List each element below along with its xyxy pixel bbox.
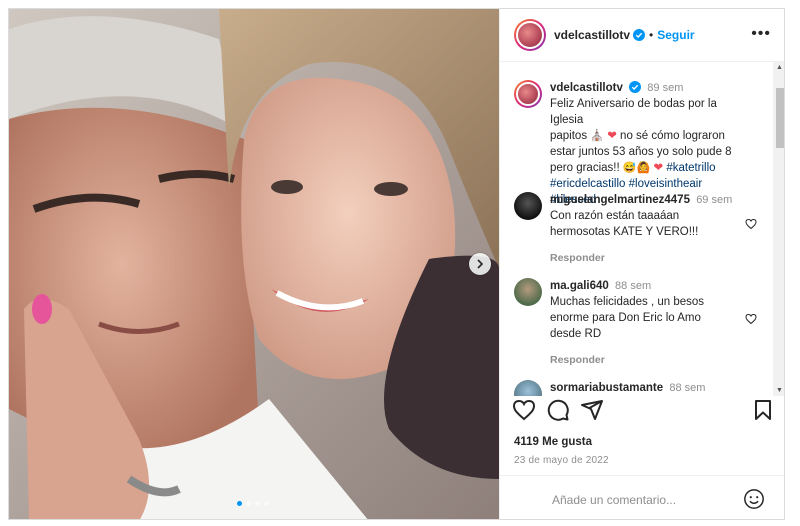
caption: vdelcastillotv 89 sem Feliz Aniversario … bbox=[514, 80, 745, 208]
comment-text: hermosotas KATE Y VERO!!! bbox=[550, 226, 699, 238]
emoji-icon[interactable] bbox=[743, 488, 765, 510]
comment-username[interactable]: ma.gali640 bbox=[550, 280, 609, 292]
reply-button[interactable]: Responder bbox=[550, 250, 745, 266]
comment-body: sormariabustamante 88 sem bbox=[550, 380, 745, 396]
share-icon[interactable] bbox=[580, 398, 604, 422]
person-emoji-icon: 🙆 bbox=[636, 162, 651, 174]
comment-text: Muchas felicidades , un besos bbox=[550, 296, 705, 308]
heart-icon[interactable] bbox=[745, 218, 757, 230]
next-photo-button[interactable] bbox=[469, 253, 491, 275]
comment-icon[interactable] bbox=[546, 398, 570, 422]
church-emoji-icon: ⛪ bbox=[590, 130, 604, 142]
post-sidebar: vdelcastillotv • Seguir ••• vdelcastillo… bbox=[499, 9, 784, 519]
scrollbar-thumb[interactable] bbox=[776, 88, 784, 148]
likes-count[interactable]: 4119 Me gusta bbox=[514, 436, 592, 448]
comment-body: ma.gali640 88 sem Muchas felicidades , u… bbox=[550, 278, 745, 368]
hashtag[interactable]: #katetrillo bbox=[666, 162, 715, 174]
post-image bbox=[9, 9, 499, 519]
verified-icon bbox=[633, 29, 646, 41]
post-photo bbox=[9, 9, 499, 519]
carousel-indicator bbox=[237, 501, 269, 506]
hashtag[interactable]: #ericdelcastillo bbox=[550, 178, 625, 190]
avatar[interactable] bbox=[514, 80, 542, 108]
caption-line: papitos bbox=[550, 130, 588, 142]
post-date: 23 de mayo de 2022 bbox=[514, 455, 609, 466]
chevron-right-icon bbox=[477, 259, 484, 269]
avatar[interactable] bbox=[514, 380, 542, 396]
comment-text: Con razón están taaaáan bbox=[550, 210, 680, 222]
comments-list: vdelcastillotv 89 sem Feliz Aniversario … bbox=[500, 62, 771, 396]
bookmark-icon[interactable] bbox=[751, 398, 775, 422]
verified-icon bbox=[629, 81, 642, 93]
comment-time: 69 sem bbox=[696, 194, 733, 206]
comment-input[interactable] bbox=[550, 476, 734, 519]
caption-line: estar juntos 53 años yo solo pude 8 bbox=[550, 146, 732, 158]
carousel-dot bbox=[264, 501, 269, 506]
comment-text: desde RD bbox=[550, 328, 602, 340]
follow-button[interactable]: Seguir bbox=[657, 28, 694, 42]
comment-username[interactable]: sormariabustamante bbox=[550, 382, 663, 394]
comment-body: miguelangelmartinez4475 69 sem Con razón… bbox=[550, 192, 745, 266]
comment-time: 88 sem bbox=[615, 280, 652, 292]
author-username[interactable]: vdelcastillotv bbox=[554, 28, 630, 42]
avatar[interactable] bbox=[514, 19, 546, 51]
caption-username[interactable]: vdelcastillotv bbox=[550, 82, 623, 94]
comment-time: 88 sem bbox=[669, 382, 706, 394]
laugh-emoji-icon: 😅 bbox=[622, 162, 637, 174]
avatar[interactable] bbox=[514, 278, 542, 306]
heart-emoji-icon: ❤ bbox=[653, 162, 664, 174]
heart-emoji-icon: ❤ bbox=[607, 130, 617, 142]
comment-item: miguelangelmartinez4475 69 sem Con razón… bbox=[514, 192, 745, 266]
avatar[interactable] bbox=[514, 192, 542, 220]
comment-item: sormariabustamante 88 sem bbox=[514, 380, 745, 396]
reply-button[interactable]: Responder bbox=[550, 352, 745, 368]
action-bar bbox=[500, 398, 784, 428]
heart-icon[interactable] bbox=[512, 398, 536, 422]
carousel-dot bbox=[237, 501, 242, 506]
caption-line: pero gracias!! bbox=[550, 162, 620, 174]
post-modal: vdelcastillotv • Seguir ••• vdelcastillo… bbox=[8, 8, 785, 520]
comments-scrollbar[interactable]: ▲ ▼ bbox=[773, 62, 784, 396]
more-icon[interactable]: ••• bbox=[751, 26, 771, 42]
comment-text: enorme para Don Eric lo Amo bbox=[550, 312, 701, 324]
caption-time: 89 sem bbox=[647, 82, 684, 94]
comment-username[interactable]: miguelangelmartinez4475 bbox=[550, 194, 690, 206]
carousel-dot bbox=[255, 501, 260, 506]
caption-body: vdelcastillotv 89 sem Feliz Aniversario … bbox=[550, 80, 745, 208]
separator: • bbox=[649, 28, 654, 42]
post-header: vdelcastillotv • Seguir ••• bbox=[500, 9, 784, 62]
heart-icon[interactable] bbox=[745, 313, 757, 325]
carousel-dot bbox=[246, 501, 251, 506]
caption-line: Feliz Aniversario de bodas por la Iglesi… bbox=[550, 98, 717, 126]
scroll-up-icon[interactable]: ▲ bbox=[776, 64, 783, 71]
caption-line: no sé cómo lograron bbox=[620, 130, 725, 142]
comment-item: ma.gali640 88 sem Muchas felicidades , u… bbox=[514, 278, 745, 368]
scroll-down-icon[interactable]: ▼ bbox=[776, 387, 783, 394]
add-comment-bar bbox=[500, 475, 784, 519]
hashtag[interactable]: #loveisintheair bbox=[629, 178, 703, 190]
